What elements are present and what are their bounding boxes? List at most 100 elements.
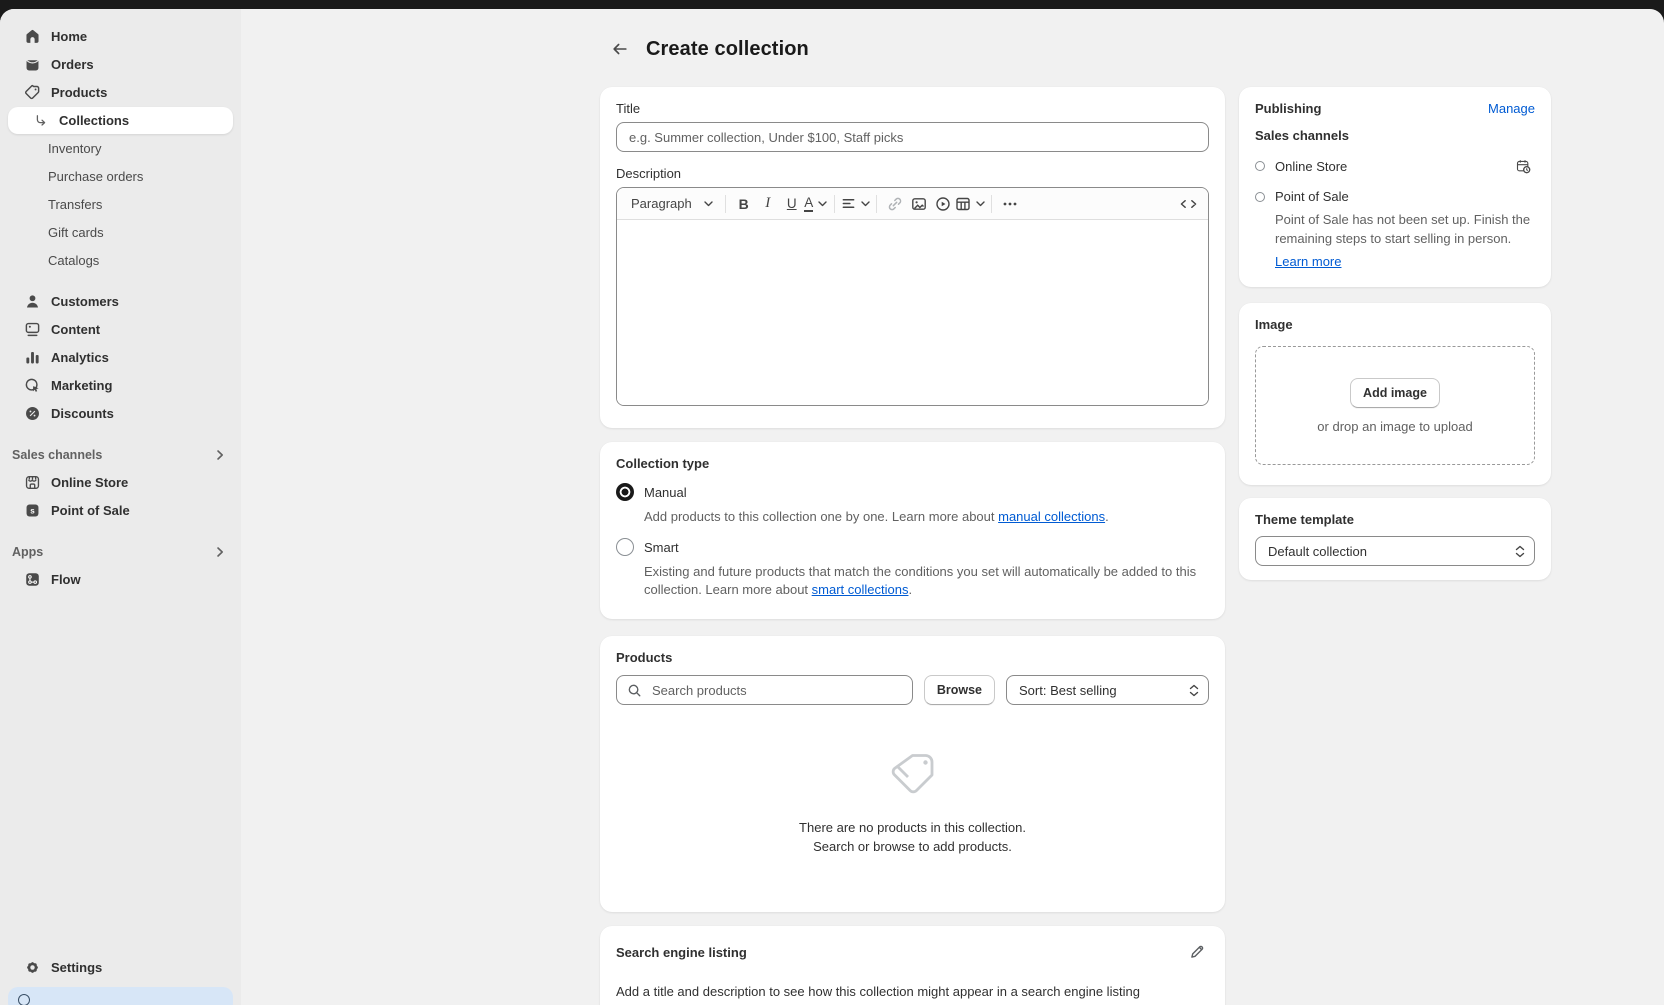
sidebar-label: Analytics <box>51 350 109 365</box>
insert-video-button[interactable] <box>931 192 955 216</box>
image-icon <box>911 196 927 212</box>
browse-button[interactable]: Browse <box>924 675 995 705</box>
seo-heading: Search engine listing <box>616 945 747 960</box>
sidebar-item-orders[interactable]: Orders <box>8 51 233 78</box>
sidebar-item-customers[interactable]: Customers <box>8 288 233 315</box>
title-input[interactable] <box>616 122 1209 152</box>
paragraph-style-label: Paragraph <box>631 196 692 211</box>
help-text: . <box>908 582 912 597</box>
sidebar-item-marketing[interactable]: Marketing <box>8 372 233 399</box>
insert-link-button[interactable] <box>883 192 907 216</box>
products-heading: Products <box>616 650 1209 665</box>
title-label: Title <box>616 101 1209 116</box>
discount-badge-icon <box>24 405 41 422</box>
paragraph-style-dropdown[interactable]: Paragraph <box>625 192 719 216</box>
help-text: Add products to this collection one by o… <box>644 509 998 524</box>
add-image-button[interactable]: Add image <box>1350 378 1440 408</box>
sidebar: Home Orders Products Collections Invento… <box>0 9 241 1005</box>
smart-radio-label[interactable]: Smart <box>644 540 679 555</box>
schedule-publish-button[interactable] <box>1511 154 1535 178</box>
trial-banner[interactable] <box>8 987 233 1005</box>
section-header-label: Apps <box>12 545 43 559</box>
sidebar-label: Orders <box>51 57 94 72</box>
manual-radio-row[interactable]: Manual <box>616 483 1209 501</box>
search-icon <box>627 683 642 698</box>
title-card: Title Description Paragraph B I U A <box>600 87 1225 428</box>
toolbar-divider <box>876 195 877 213</box>
sidebar-label: Discounts <box>51 406 114 421</box>
sidebar-label: Point of Sale <box>51 503 130 518</box>
ellipsis-icon <box>1002 196 1018 212</box>
manual-radio-label[interactable]: Manual <box>644 485 687 500</box>
sales-channels-subheading: Sales channels <box>1255 128 1535 143</box>
italic-button[interactable]: I <box>756 192 780 216</box>
page-header: Create collection <box>608 36 1225 62</box>
show-html-button[interactable] <box>1176 192 1200 216</box>
smart-collections-link[interactable]: smart collections <box>812 582 909 597</box>
product-search-box[interactable] <box>616 675 913 705</box>
more-options-button[interactable] <box>998 192 1022 216</box>
radio-selected-icon[interactable] <box>616 483 634 501</box>
bold-button[interactable]: B <box>732 192 756 216</box>
sidebar-item-analytics[interactable]: Analytics <box>8 344 233 371</box>
insert-table-dropdown[interactable] <box>955 192 985 216</box>
rich-text-editor: Paragraph B I U A <box>616 187 1209 406</box>
smart-help-text: Existing and future products that match … <box>644 563 1209 599</box>
storefront-icon <box>24 474 41 491</box>
manage-link[interactable]: Manage <box>1488 101 1535 116</box>
help-text: . <box>1105 509 1109 524</box>
sidebar-item-collections[interactable]: Collections <box>8 107 233 134</box>
sidebar-item-flow[interactable]: Flow <box>8 566 233 593</box>
sidebar-item-content[interactable]: Content <box>8 316 233 343</box>
page-title: Create collection <box>646 38 809 61</box>
empty-state-line2: Search or browse to add products. <box>616 837 1209 856</box>
status-circle-icon <box>18 994 30 1005</box>
sidebar-label: Collections <box>59 113 129 128</box>
smart-radio-row[interactable]: Smart <box>616 538 1209 556</box>
sub-level-arrow-icon <box>32 112 49 129</box>
sort-select[interactable]: Sort: Best selling <box>1006 675 1209 705</box>
back-button[interactable] <box>608 37 632 61</box>
radio-unselected-icon[interactable] <box>616 538 634 556</box>
sidebar-label: Transfers <box>48 197 102 212</box>
tag-icon <box>24 84 41 101</box>
sidebar-item-products[interactable]: Products <box>8 79 233 106</box>
right-column: Publishing Manage Sales channels Online … <box>1239 9 1551 580</box>
bar-chart-icon <box>24 349 41 366</box>
description-editor-body[interactable] <box>617 220 1208 405</box>
sidebar-label: Purchase orders <box>48 169 143 184</box>
sidebar-item-gift-cards[interactable]: Gift cards <box>8 219 233 246</box>
marketing-target-icon <box>24 377 41 394</box>
sidebar-item-home[interactable]: Home <box>8 23 233 50</box>
sidebar-item-online-store[interactable]: Online Store <box>8 469 233 496</box>
image-dropzone[interactable]: Add image or drop an image to upload <box>1255 346 1535 465</box>
toolbar-divider <box>725 195 726 213</box>
channel-status-circle <box>1255 192 1265 202</box>
admin-frame: Home Orders Products Collections Invento… <box>0 9 1664 1005</box>
orders-icon <box>24 56 41 73</box>
edit-seo-button[interactable] <box>1185 940 1209 964</box>
underline-button[interactable]: U <box>780 192 804 216</box>
sidebar-item-settings[interactable]: Settings <box>8 954 233 981</box>
learn-more-link[interactable]: Learn more <box>1275 254 1341 269</box>
sidebar-item-discounts[interactable]: Discounts <box>8 400 233 427</box>
sidebar-item-inventory[interactable]: Inventory <box>8 135 233 162</box>
product-search-input[interactable] <box>650 682 902 699</box>
home-icon <box>24 28 41 45</box>
sidebar-item-transfers[interactable]: Transfers <box>8 191 233 218</box>
sidebar-item-point-of-sale[interactable]: s Point of Sale <box>8 497 233 524</box>
sidebar-item-catalogs[interactable]: Catalogs <box>8 247 233 274</box>
products-card: Products Browse Sort: Best selling <box>600 636 1225 912</box>
sidebar-label: Products <box>51 85 107 100</box>
theme-template-select[interactable]: Default collection <box>1255 536 1535 566</box>
manual-collections-link[interactable]: manual collections <box>998 509 1105 524</box>
text-color-dropdown[interactable]: A <box>804 192 828 216</box>
theme-template-heading: Theme template <box>1255 512 1535 527</box>
sidebar-section-sales-channels[interactable]: Sales channels <box>0 441 241 468</box>
sidebar-section-apps[interactable]: Apps <box>0 538 241 565</box>
alignment-dropdown[interactable] <box>841 192 870 216</box>
insert-image-button[interactable] <box>907 192 931 216</box>
sidebar-label: Customers <box>51 294 119 309</box>
sidebar-item-purchase-orders[interactable]: Purchase orders <box>8 163 233 190</box>
empty-state-line1: There are no products in this collection… <box>616 818 1209 837</box>
